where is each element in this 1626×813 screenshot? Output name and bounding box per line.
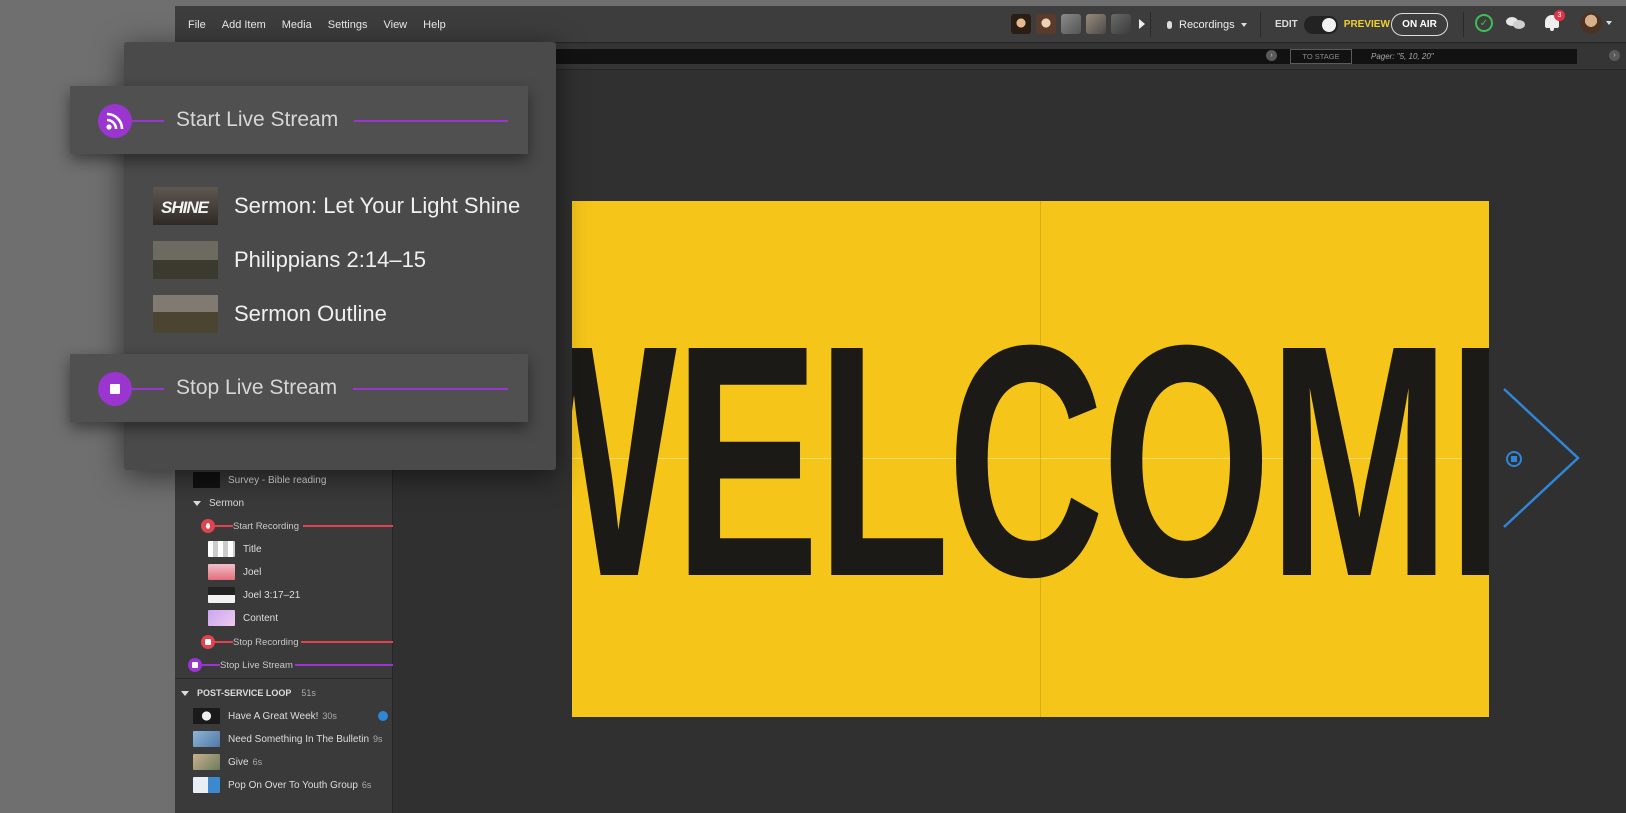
status-icons: ✓ 3 <box>1475 10 1612 34</box>
edit-preview-toggle[interactable] <box>1303 15 1338 34</box>
menu-add-item[interactable]: Add Item <box>222 19 266 31</box>
popup-item-label: Sermon Outline <box>234 301 387 326</box>
preview-label: PREVIEW <box>1343 19 1390 30</box>
popup-item-label: Philippians 2:14–15 <box>234 247 427 272</box>
cue-line <box>301 641 393 643</box>
thumbnail <box>193 754 220 770</box>
thumbnail <box>153 295 218 333</box>
stop-live-stream-label: Stop Live Stream <box>176 376 338 399</box>
thumbnail <box>208 564 235 580</box>
send-icon[interactable]: › <box>1266 50 1277 61</box>
now-playing-indicator <box>378 711 388 721</box>
start-live-stream-label: Start Live Stream <box>176 108 339 131</box>
divider <box>1463 12 1464 37</box>
stop-live-stream-cue[interactable]: Stop Live Stream <box>70 354 528 422</box>
menu-view[interactable]: View <box>383 19 407 31</box>
record-start-icon <box>201 519 215 533</box>
popup-item-sermon[interactable]: SHINE Sermon: Let Your Light Shine <box>153 187 520 225</box>
start-live-stream-cue[interactable]: Start Live Stream <box>70 86 528 154</box>
menu: File Add Item Media Settings View Help <box>175 6 462 43</box>
cue-stop-live-stream[interactable]: Stop Live Stream <box>220 654 293 676</box>
list-item[interactable]: Content <box>208 607 278 629</box>
edit-label: EDIT <box>1275 19 1298 30</box>
next-slide-icon[interactable] <box>1500 385 1580 535</box>
list-item[interactable]: Pop On Over To Youth Group 6s <box>193 774 371 796</box>
stage-preview: WELCOME <box>572 201 1489 717</box>
notification-badge: 3 <box>1554 10 1565 21</box>
send-icon[interactable]: › <box>1609 50 1620 61</box>
chevron-down-icon <box>193 500 201 506</box>
popup-item-label: Sermon: Let Your Light Shine <box>234 193 521 218</box>
thumbnail <box>153 241 218 279</box>
slide-text: WELCOME <box>572 276 1489 645</box>
cue-line <box>202 664 220 666</box>
thumbnail <box>208 610 235 626</box>
thumbnail <box>208 587 235 603</box>
collaborator-avatar[interactable] <box>1011 14 1031 34</box>
list-item[interactable]: Give 6s <box>193 751 262 773</box>
collaborator-avatar[interactable] <box>1111 14 1131 34</box>
menu-settings[interactable]: Settings <box>328 19 368 31</box>
microphone-icon <box>1167 20 1172 29</box>
stream-stop-icon <box>188 658 202 672</box>
divider <box>1150 12 1151 37</box>
thumbnail <box>193 731 220 747</box>
divider <box>175 678 393 679</box>
cue-line <box>295 664 393 666</box>
popup-item-scripture[interactable]: Philippians 2:14–15 <box>153 241 426 279</box>
stop-icon <box>98 372 132 406</box>
popup-item-outline[interactable]: Sermon Outline <box>153 295 387 333</box>
divider <box>1260 12 1261 37</box>
section-header-post-service-loop[interactable]: POST-SERVICE LOOP 51s <box>181 682 316 704</box>
menu-bar: File Add Item Media Settings View Help R… <box>175 6 1626 43</box>
collaborator-avatars <box>1011 14 1145 34</box>
chevron-down-icon[interactable] <box>1606 21 1612 25</box>
thumbnail-text: SHINE <box>161 198 209 217</box>
stage-slide: WELCOME <box>572 271 1489 651</box>
recordings-dropdown[interactable]: Recordings <box>1167 6 1247 43</box>
cue-line <box>215 525 233 527</box>
list-item[interactable]: Have A Great Week! 30s <box>193 705 337 727</box>
thumbnail <box>193 472 220 488</box>
list-item[interactable]: Title <box>208 538 262 560</box>
menu-help[interactable]: Help <box>423 19 446 31</box>
cue-start-recording[interactable]: Start Recording <box>233 515 299 537</box>
list-item[interactable]: Need Something In The Bulletin 9s <box>193 728 383 750</box>
thumbnail <box>193 777 220 793</box>
record-stop-icon <box>201 635 215 649</box>
collaborator-avatar[interactable] <box>1036 14 1056 34</box>
to-stage-button[interactable]: TO STAGE <box>1290 49 1352 64</box>
cue-line <box>215 641 233 643</box>
check-circle-icon[interactable]: ✓ <box>1475 14 1493 32</box>
rss-icon <box>98 104 132 138</box>
cue-stop-recording[interactable]: Stop Recording <box>233 631 298 653</box>
recordings-label: Recordings <box>1179 18 1235 31</box>
chevron-down-icon <box>1240 22 1247 27</box>
section-header-sermon[interactable]: Sermon <box>193 492 244 514</box>
play-icon[interactable] <box>1139 19 1145 29</box>
thumbnail: SHINE <box>153 187 218 225</box>
list-item[interactable]: Joel 3:17–21 <box>208 584 300 606</box>
user-avatar[interactable] <box>1580 12 1602 34</box>
list-item[interactable]: Survey - Bible reading <box>193 469 326 491</box>
list-item[interactable]: Joel <box>208 561 261 583</box>
menu-media[interactable]: Media <box>282 19 312 31</box>
bell-icon[interactable]: 3 <box>1544 10 1565 32</box>
chevron-down-icon <box>181 690 189 696</box>
menu-file[interactable]: File <box>188 19 206 31</box>
cue-line <box>303 525 393 527</box>
pager-input[interactable]: Pager: "5, 10, 20" <box>1365 49 1577 64</box>
collaborator-avatar[interactable] <box>1061 14 1081 34</box>
collaborator-avatar[interactable] <box>1086 14 1106 34</box>
thumbnail <box>208 541 235 557</box>
thumbnail <box>193 708 220 724</box>
chat-icon[interactable] <box>1506 15 1526 31</box>
mode-switch: EDIT PREVIEW <box>1275 6 1390 43</box>
on-air-button[interactable]: ON AIR <box>1391 13 1448 36</box>
